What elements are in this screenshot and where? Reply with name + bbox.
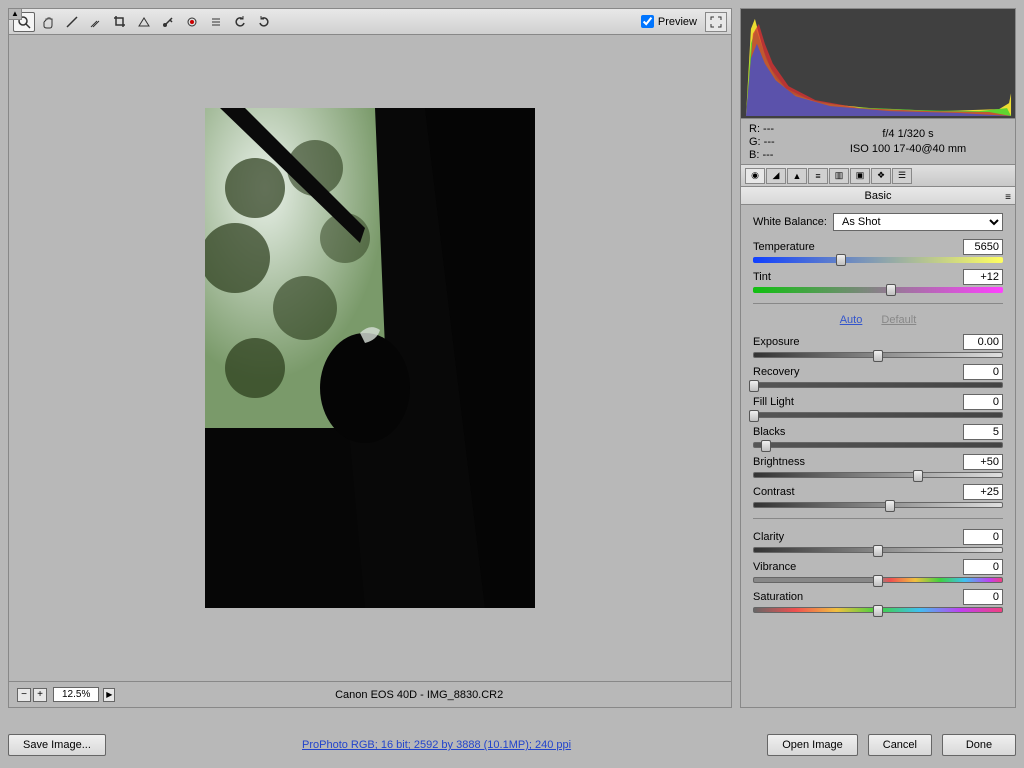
status-bar: − + 12.5% ▶ Canon EOS 40D - IMG_8830.CR2 [9, 681, 731, 707]
blacks-input[interactable] [963, 424, 1003, 440]
image-canvas[interactable] [9, 35, 731, 681]
saturation-slider: Saturation [753, 589, 1003, 613]
tab-basic[interactable]: ◉ [745, 168, 765, 184]
vibrance-input[interactable] [963, 559, 1003, 575]
straighten-tool[interactable] [133, 12, 155, 32]
slider-thumb[interactable] [873, 545, 883, 557]
readout-iso-lens: ISO 100 17-40@40 mm [809, 142, 1007, 157]
slider-thumb[interactable] [873, 605, 883, 617]
done-button[interactable]: Done [942, 734, 1016, 756]
slider-thumb[interactable] [873, 575, 883, 587]
exposure-slider: Exposure [753, 334, 1003, 358]
fill-light-slider: Fill Light [753, 394, 1003, 418]
zoom-in-button[interactable]: + [33, 688, 47, 702]
saturation-input[interactable] [963, 589, 1003, 605]
exposure-input[interactable] [963, 334, 1003, 350]
open-image-button[interactable]: Open Image [767, 734, 858, 756]
temperature-slider: Temperature [753, 239, 1003, 263]
blacks-slider: Blacks [753, 424, 1003, 448]
photo-preview [205, 108, 535, 608]
slider-thumb[interactable] [886, 284, 896, 296]
auto-link[interactable]: Auto [840, 314, 863, 326]
fill-input[interactable] [963, 394, 1003, 410]
preview-checkbox[interactable]: Preview [641, 15, 697, 28]
clarity-slider: Clarity [753, 529, 1003, 553]
recovery-slider: Recovery [753, 364, 1003, 388]
readout-g: G: --- [749, 136, 809, 149]
save-image-button[interactable]: Save Image... [8, 734, 106, 756]
bottom-bar: Save Image... ProPhoto RGB; 16 bit; 2592… [8, 730, 1016, 760]
hand-tool[interactable] [37, 12, 59, 32]
zoom-menu-button[interactable]: ▶ [103, 688, 115, 702]
collapse-left-icon[interactable]: ▲ [8, 8, 22, 20]
tab-hsl[interactable]: ≡ [808, 168, 828, 184]
rotate-ccw-tool[interactable] [229, 12, 251, 32]
brightness-input[interactable] [963, 454, 1003, 470]
tab-presets[interactable]: ☰ [892, 168, 912, 184]
white-balance-select[interactable]: As Shot [833, 213, 1003, 231]
slider-thumb[interactable] [873, 350, 883, 362]
redeye-tool[interactable] [181, 12, 203, 32]
tab-curves[interactable]: ◢ [766, 168, 786, 184]
slider-thumb[interactable] [836, 254, 846, 266]
tint-input[interactable] [963, 269, 1003, 285]
readout-b: B: --- [749, 149, 809, 162]
slider-thumb[interactable] [885, 500, 895, 512]
panel-menu-icon[interactable]: ≡ [1005, 189, 1011, 207]
status-text: Canon EOS 40D - IMG_8830.CR2 [115, 689, 723, 701]
tint-slider: Tint [753, 269, 1003, 293]
zoom-level[interactable]: 12.5% [53, 687, 99, 702]
basic-panel-body: White Balance: As Shot Temperature Tint … [741, 205, 1015, 707]
histogram[interactable] [741, 9, 1015, 119]
workflow-link[interactable]: ProPhoto RGB; 16 bit; 2592 by 3888 (10.1… [302, 739, 571, 751]
wb-label: White Balance: [753, 216, 827, 228]
color-sampler-tool[interactable] [85, 12, 107, 32]
tab-lens[interactable]: ▣ [850, 168, 870, 184]
slider-thumb[interactable] [749, 380, 759, 392]
adjustments-panel: ▲ ▲ R: --- G: --- B: --- f/4 1/320 s ISO… [740, 8, 1016, 708]
default-link: Default [881, 314, 916, 326]
contrast-input[interactable] [963, 484, 1003, 500]
contrast-slider: Contrast [753, 484, 1003, 508]
readout-exposure: f/4 1/320 s [809, 127, 1007, 142]
prefs-tool[interactable] [205, 12, 227, 32]
slider-thumb[interactable] [913, 470, 923, 482]
brightness-slider: Brightness [753, 454, 1003, 478]
zoom-out-button[interactable]: − [17, 688, 31, 702]
vibrance-slider: Vibrance [753, 559, 1003, 583]
slider-thumb[interactable] [749, 410, 759, 422]
recovery-input[interactable] [963, 364, 1003, 380]
toolbar: Preview [9, 9, 731, 35]
panel-tabs: ◉ ◢ ▲ ≡ ▥ ▣ ❖ ☰ [741, 165, 1015, 187]
cancel-button[interactable]: Cancel [868, 734, 932, 756]
tab-camera[interactable]: ❖ [871, 168, 891, 184]
rotate-cw-tool[interactable] [253, 12, 275, 32]
tab-split[interactable]: ▥ [829, 168, 849, 184]
toggle-fullscreen-button[interactable] [705, 12, 727, 32]
slider-thumb[interactable] [761, 440, 771, 452]
crop-tool[interactable] [109, 12, 131, 32]
preview-pane: ▲ Preview [8, 8, 732, 708]
white-balance-tool[interactable] [61, 12, 83, 32]
temperature-input[interactable] [963, 239, 1003, 255]
metadata-readout: R: --- G: --- B: --- f/4 1/320 s ISO 100… [741, 119, 1015, 165]
readout-r: R: --- [749, 123, 809, 136]
panel-title: Basic ≡ [741, 187, 1015, 205]
tab-detail[interactable]: ▲ [787, 168, 807, 184]
spot-removal-tool[interactable] [157, 12, 179, 32]
clarity-input[interactable] [963, 529, 1003, 545]
